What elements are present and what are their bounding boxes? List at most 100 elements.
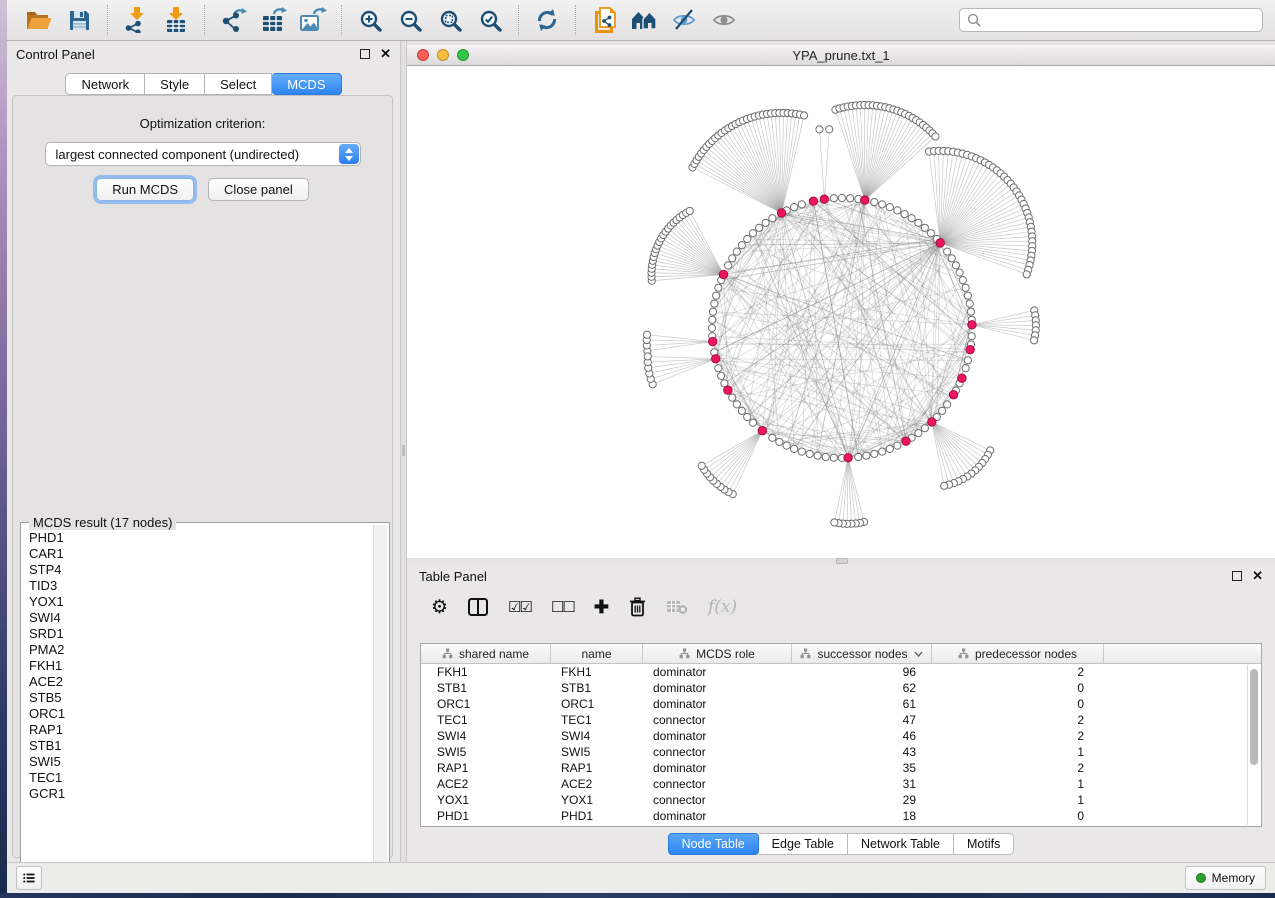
column-header[interactable]: successor nodes (792, 644, 932, 663)
table-cell: 46 (792, 729, 932, 743)
show-columns-button[interactable] (468, 598, 488, 616)
export-table-button[interactable] (256, 4, 290, 36)
zoom-out-button[interactable] (393, 4, 427, 36)
table-row[interactable]: PHD1PHD1dominator180 (421, 808, 1249, 824)
table-cell: 0 (932, 809, 1104, 823)
desktop-wallpaper-left (0, 0, 7, 898)
mcds-list-item[interactable]: TID3 (29, 578, 373, 594)
column-header[interactable]: name (551, 644, 643, 663)
window-minimize-button[interactable] (437, 49, 449, 61)
window-close-button[interactable] (417, 49, 429, 61)
function-builder-button[interactable]: f(x) (708, 597, 737, 617)
zoom-fit-button[interactable] (433, 4, 467, 36)
mcds-list-item[interactable]: STB1 (29, 738, 373, 754)
mcds-list-item[interactable]: FKH1 (29, 658, 373, 674)
column-header[interactable]: shared name (421, 644, 551, 663)
import-table-button[interactable] (159, 4, 193, 36)
mcds-list-item[interactable]: CAR1 (29, 546, 373, 562)
table-cell: connector (643, 745, 792, 759)
hide-selected-button[interactable] (667, 4, 701, 36)
table-row[interactable]: SWI4SWI4dominator462 (421, 728, 1249, 744)
mcds-list-item[interactable]: STB5 (29, 690, 373, 706)
tab-edge-table[interactable]: Edge Table (759, 833, 848, 855)
add-column-button[interactable]: ✚ (594, 597, 609, 618)
table-settings-button[interactable]: ⚙ (431, 598, 448, 617)
eye-icon (712, 8, 736, 32)
mcds-list-item[interactable]: PHD1 (29, 530, 373, 546)
new-network-from-selection-button[interactable] (587, 4, 621, 36)
sort-indicator-icon (914, 651, 923, 657)
mcds-result-group: MCDS result (17 nodes) PHD1CAR1STP4TID3Y… (20, 522, 390, 892)
tab-motifs[interactable]: Motifs (954, 833, 1014, 855)
table-row[interactable]: YOX1YOX1connector291 (421, 792, 1249, 808)
refresh-view-button[interactable] (530, 4, 564, 36)
network-window: YPA_prune.txt_1 (407, 45, 1275, 558)
mcds-list-item[interactable]: SWI5 (29, 754, 373, 770)
save-session-button[interactable] (62, 4, 96, 36)
table-cell: SWI5 (421, 745, 551, 759)
network-canvas[interactable] (407, 66, 1275, 558)
table-scrollbar[interactable] (1247, 665, 1260, 825)
search-input[interactable] (987, 12, 1255, 29)
mcds-list-item[interactable]: GCR1 (29, 786, 373, 802)
close-table-panel-icon[interactable]: ✕ (1252, 571, 1263, 581)
mcds-list-item[interactable]: ORC1 (29, 706, 373, 722)
table-row[interactable]: ACE2ACE2connector311 (421, 776, 1249, 792)
column-header[interactable]: predecessor nodes (932, 644, 1104, 663)
zoom-selected-button[interactable] (473, 4, 507, 36)
import-network-button[interactable] (119, 4, 153, 36)
panel-splitter[interactable] (400, 41, 407, 862)
close-panel-icon[interactable]: ✕ (380, 49, 391, 59)
mcds-list-item[interactable]: TEC1 (29, 770, 373, 786)
tab-style[interactable]: Style (145, 73, 205, 95)
export-network-button[interactable] (216, 4, 250, 36)
mcds-list-item[interactable]: STP4 (29, 562, 373, 578)
mcds-list-item[interactable]: SRD1 (29, 626, 373, 642)
table-row[interactable]: RAP1RAP1dominator352 (421, 760, 1249, 776)
search-box[interactable] (959, 8, 1263, 32)
tab-node-table[interactable]: Node Table (668, 833, 759, 855)
open-file-button[interactable] (22, 4, 56, 36)
column-label: predecessor nodes (975, 647, 1077, 661)
table-row[interactable]: STB1STB1dominator620 (421, 680, 1249, 696)
tab-select[interactable]: Select (205, 73, 272, 95)
mcds-list-item[interactable]: SWI4 (29, 610, 373, 626)
column-header[interactable]: MCDS role (643, 644, 792, 663)
network-window-titlebar: YPA_prune.txt_1 (407, 45, 1275, 66)
mcds-list-item[interactable]: RAP1 (29, 722, 373, 738)
table-cell: 1 (932, 793, 1104, 807)
window-zoom-button[interactable] (457, 49, 469, 61)
tab-mcds[interactable]: MCDS (272, 73, 341, 95)
table-row[interactable]: FKH1FKH1dominator962 (421, 664, 1249, 680)
export-table-icon (260, 7, 287, 33)
export-image-button[interactable] (296, 4, 330, 36)
mcds-list-item[interactable]: YOX1 (29, 594, 373, 610)
tab-network[interactable]: Network (65, 73, 145, 95)
float-panel-icon[interactable] (360, 49, 370, 59)
mcds-result-list[interactable]: PHD1CAR1STP4TID3YOX1SWI4SRD1PMA2FKH1ACE2… (23, 525, 373, 889)
table-row[interactable]: ORC1ORC1dominator610 (421, 696, 1249, 712)
toolbar-separator (341, 5, 342, 35)
select-all-button[interactable]: ☑☑ (508, 598, 531, 616)
table-scrollbar-thumb[interactable] (1250, 669, 1258, 765)
mcds-list-item[interactable]: ACE2 (29, 674, 373, 690)
clear-selection-button[interactable]: ☐☐ (551, 598, 574, 616)
table-row[interactable]: SWI5SWI5connector431 (421, 744, 1249, 760)
show-all-button[interactable] (707, 4, 741, 36)
close-panel-button[interactable]: Close panel (208, 178, 309, 201)
tab-network-table[interactable]: Network Table (848, 833, 954, 855)
zoom-in-button[interactable] (353, 4, 387, 36)
mcds-list-item[interactable]: PMA2 (29, 642, 373, 658)
table-row[interactable]: TEC1TEC1connector472 (421, 712, 1249, 728)
column-type-icon (958, 648, 969, 659)
run-mcds-button[interactable]: Run MCDS (96, 178, 194, 201)
delete-table-button[interactable] (666, 599, 688, 615)
float-table-panel-icon[interactable] (1232, 571, 1242, 581)
delete-columns-button[interactable] (629, 597, 646, 617)
memory-button[interactable]: Memory (1185, 866, 1266, 890)
optimization-criterion-select[interactable]: largest connected component (undirected) (45, 142, 361, 166)
first-neighbors-button[interactable] (627, 4, 661, 36)
mcds-list-scrollbar[interactable] (373, 525, 387, 889)
column-label: successor nodes (817, 647, 907, 661)
status-menu-button[interactable] (16, 866, 42, 890)
